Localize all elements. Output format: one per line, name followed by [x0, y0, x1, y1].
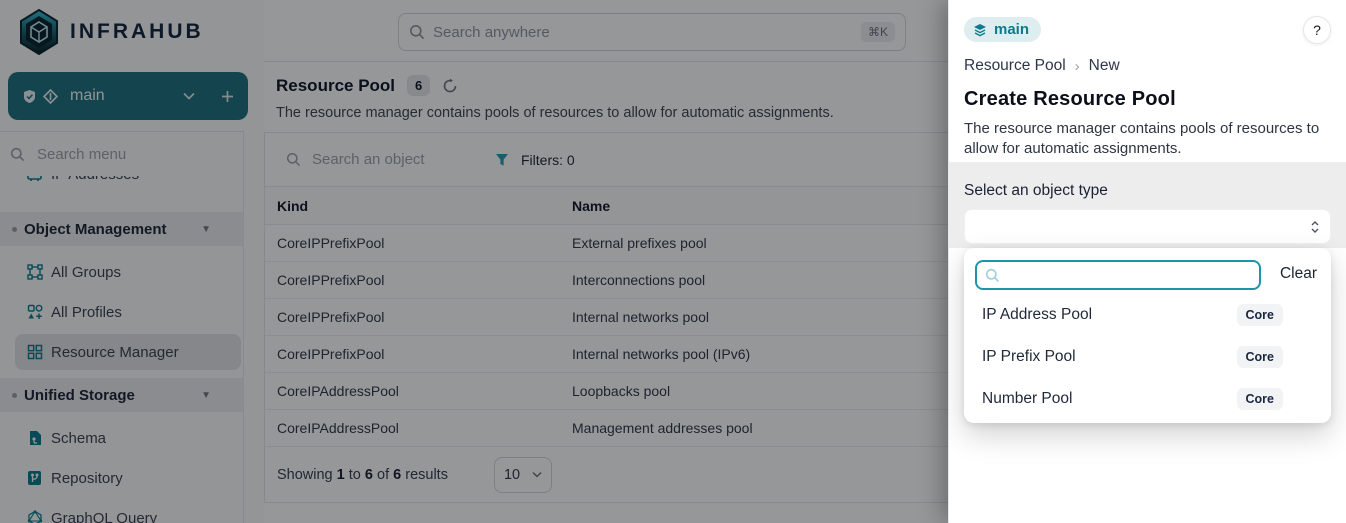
object-type-dropdown: Clear IP Address Pool Core IP Prefix Poo…: [964, 248, 1331, 423]
dropdown-options: IP Address Pool Core IP Prefix Pool Core…: [964, 294, 1331, 420]
branch-badge[interactable]: main: [964, 17, 1041, 42]
chevron-right-icon: ›: [1075, 58, 1080, 75]
option-label: IP Prefix Pool: [982, 348, 1076, 366]
modal-overlay[interactable]: [0, 0, 948, 523]
app-screen: INFRAHUB main: [0, 0, 1346, 523]
create-resource-pool-drawer: main ? Resource Pool › New Create Resour…: [948, 0, 1346, 523]
breadcrumb-parent[interactable]: Resource Pool: [964, 57, 1066, 75]
breadcrumb: Resource Pool › New: [964, 57, 1331, 75]
option-label: IP Address Pool: [982, 306, 1092, 324]
namespace-badge: Core: [1237, 346, 1283, 368]
option-ip-address-pool[interactable]: IP Address Pool Core: [964, 294, 1331, 336]
dropdown-search[interactable]: [975, 260, 1261, 290]
object-type-form: Select an object type: [949, 162, 1346, 248]
search-icon: [985, 268, 1000, 283]
branch-badge-label: main: [994, 21, 1029, 38]
object-type-label: Select an object type: [964, 182, 1331, 200]
option-label: Number Pool: [982, 390, 1072, 408]
question-mark-icon: ?: [1313, 22, 1321, 38]
object-type-select[interactable]: [964, 209, 1331, 244]
drawer-description: The resource manager contains pools of r…: [964, 119, 1324, 159]
namespace-badge: Core: [1237, 388, 1283, 410]
breadcrumb-current: New: [1089, 57, 1120, 75]
option-ip-prefix-pool[interactable]: IP Prefix Pool Core: [964, 336, 1331, 378]
clear-button[interactable]: Clear: [1280, 265, 1317, 283]
help-button[interactable]: ?: [1303, 16, 1331, 44]
layers-icon: [973, 23, 987, 37]
select-carets-icon: [1310, 220, 1320, 234]
dropdown-search-input[interactable]: [1007, 267, 1251, 284]
option-number-pool[interactable]: Number Pool Core: [964, 378, 1331, 420]
drawer-title: Create Resource Pool: [964, 88, 1331, 111]
namespace-badge: Core: [1237, 304, 1283, 326]
